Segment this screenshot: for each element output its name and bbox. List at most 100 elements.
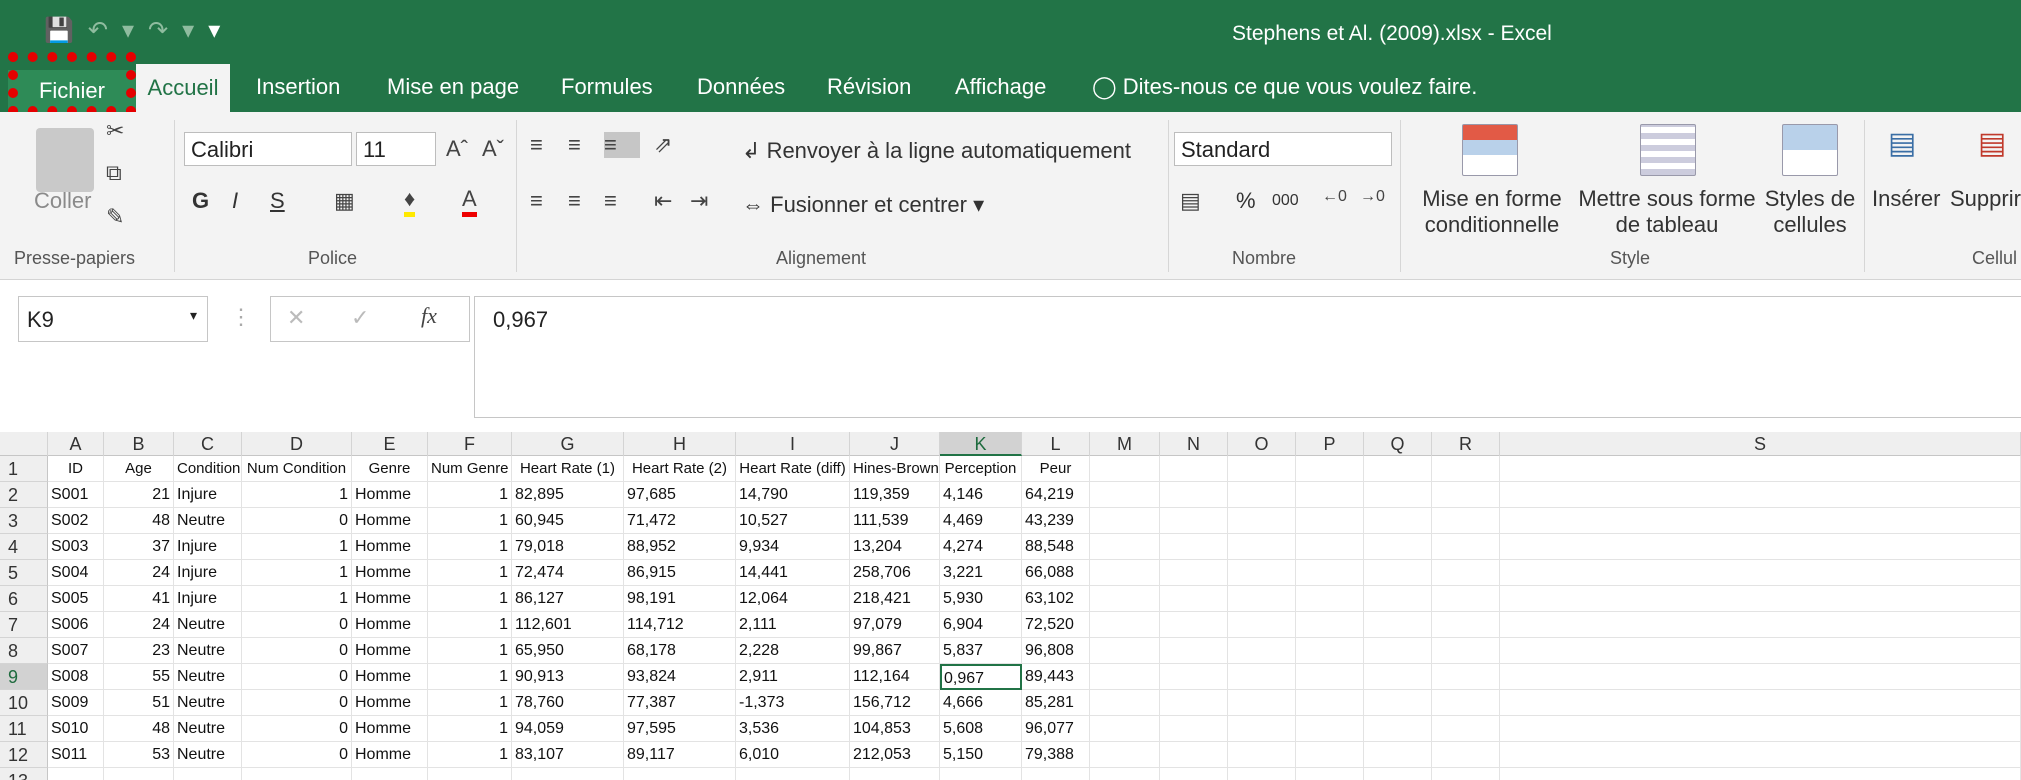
undo-dropdown-icon[interactable]: ▾ [122,16,134,45]
table-cell[interactable] [1296,638,1364,664]
column-header-d[interactable]: D [242,432,352,456]
table-cell[interactable]: 86,127 [512,586,624,612]
cell-styles-button[interactable]: Styles de cellules [1760,186,1860,238]
table-cell[interactable]: 6,010 [736,742,850,768]
header-cell[interactable]: Age [104,456,174,482]
table-cell[interactable]: 156,712 [850,690,940,716]
table-cell[interactable] [1364,768,1432,780]
header-cell[interactable]: ID [48,456,104,482]
table-cell[interactable]: 0 [242,742,352,768]
table-cell[interactable] [1160,612,1228,638]
table-cell[interactable]: 86,915 [624,560,736,586]
redo-dropdown-icon[interactable]: ▾ [182,16,194,45]
table-cell[interactable]: 63,102 [1022,586,1090,612]
header-cell[interactable]: Perception [940,456,1022,482]
table-cell[interactable] [1228,742,1296,768]
table-cell[interactable] [1432,690,1500,716]
table-cell[interactable] [1160,664,1228,690]
table-cell[interactable] [1090,612,1160,638]
table-cell[interactable]: 1 [242,482,352,508]
table-cell[interactable]: 41 [104,586,174,612]
table-cell[interactable] [1500,534,2021,560]
table-cell[interactable] [512,768,624,780]
table-cell[interactable] [1364,716,1432,742]
table-cell[interactable]: Homme [352,482,428,508]
table-cell[interactable]: Neutre [174,664,242,690]
table-cell[interactable] [352,768,428,780]
table-cell[interactable]: 71,472 [624,508,736,534]
table-cell[interactable] [1228,768,1296,780]
undo-icon[interactable]: ↶ [88,16,108,45]
table-cell[interactable] [1432,534,1500,560]
table-cell[interactable]: S003 [48,534,104,560]
table-cell[interactable] [1228,534,1296,560]
table-cell[interactable] [1364,664,1432,690]
table-cell[interactable] [1090,742,1160,768]
tab-mise-en-page[interactable]: Mise en page [387,74,519,100]
table-cell[interactable]: Homme [352,742,428,768]
table-cell[interactable]: 4,146 [940,482,1022,508]
tell-me-box[interactable]: ◯ Dites-nous ce que vous voulez faire. [1092,74,1477,100]
table-cell[interactable]: 0 [242,612,352,638]
table-cell[interactable]: 5,150 [940,742,1022,768]
table-cell[interactable] [1500,768,2021,780]
table-cell[interactable] [1160,508,1228,534]
table-cell[interactable]: 94,059 [512,716,624,742]
insert-cells-icon[interactable]: ▤ [1888,126,1916,161]
table-cell[interactable]: 1 [428,534,512,560]
table-cell[interactable] [1500,716,2021,742]
column-header-s[interactable]: S [1500,432,2021,456]
cut-icon[interactable]: ✂ [106,118,124,144]
header-cell[interactable]: Condition [174,456,242,482]
table-cell[interactable] [850,768,940,780]
table-cell[interactable] [1500,742,2021,768]
table-cell[interactable] [174,768,242,780]
table-cell[interactable]: 12,064 [736,586,850,612]
table-cell[interactable] [1296,690,1364,716]
customize-icon[interactable]: ▾ [208,16,220,45]
header-cell[interactable] [1432,456,1500,482]
table-cell[interactable] [1364,638,1432,664]
tab-donnees[interactable]: Données [697,74,785,100]
table-cell[interactable]: 112,164 [850,664,940,690]
table-cell[interactable]: 68,178 [624,638,736,664]
column-header-k[interactable]: K [940,432,1022,456]
table-cell[interactable] [1090,508,1160,534]
table-cell[interactable]: 85,281 [1022,690,1090,716]
row-header[interactable]: 11 [0,716,48,742]
header-cell[interactable]: Genre [352,456,428,482]
wrap-text-button[interactable]: ↲ Renvoyer à la ligne automatiquement [742,138,1131,164]
table-cell[interactable]: S004 [48,560,104,586]
table-cell[interactable]: -1,373 [736,690,850,716]
font-name-select[interactable]: Calibri [184,132,352,166]
enter-icon[interactable]: ✓ [351,305,369,331]
table-cell[interactable]: 10,527 [736,508,850,534]
header-cell[interactable]: Num Condition [242,456,352,482]
header-cell[interactable]: Num Genre [428,456,512,482]
table-cell[interactable]: Injure [174,586,242,612]
table-cell[interactable]: 1 [428,716,512,742]
table-cell[interactable] [1090,690,1160,716]
table-cell[interactable]: 1 [428,638,512,664]
tab-formules[interactable]: Formules [561,74,653,100]
table-cell[interactable]: S011 [48,742,104,768]
table-cell[interactable]: 6,904 [940,612,1022,638]
table-cell[interactable] [1296,534,1364,560]
table-cell[interactable]: Neutre [174,716,242,742]
table-cell[interactable]: Homme [352,586,428,612]
table-cell[interactable] [1090,638,1160,664]
table-cell[interactable]: 119,359 [850,482,940,508]
table-cell[interactable]: 0 [242,664,352,690]
table-cell[interactable] [1500,612,2021,638]
row-header[interactable]: 10 [0,690,48,716]
delete-button[interactable]: Supprir [1950,186,2021,212]
table-cell[interactable] [1228,560,1296,586]
table-cell[interactable]: Injure [174,560,242,586]
column-header-f[interactable]: F [428,432,512,456]
table-cell[interactable]: 1 [428,664,512,690]
table-cell[interactable] [1296,716,1364,742]
table-cell[interactable]: 14,790 [736,482,850,508]
header-cell[interactable]: Peur [1022,456,1090,482]
table-cell[interactable]: 97,079 [850,612,940,638]
formula-input[interactable]: 0,967 [474,296,2021,418]
